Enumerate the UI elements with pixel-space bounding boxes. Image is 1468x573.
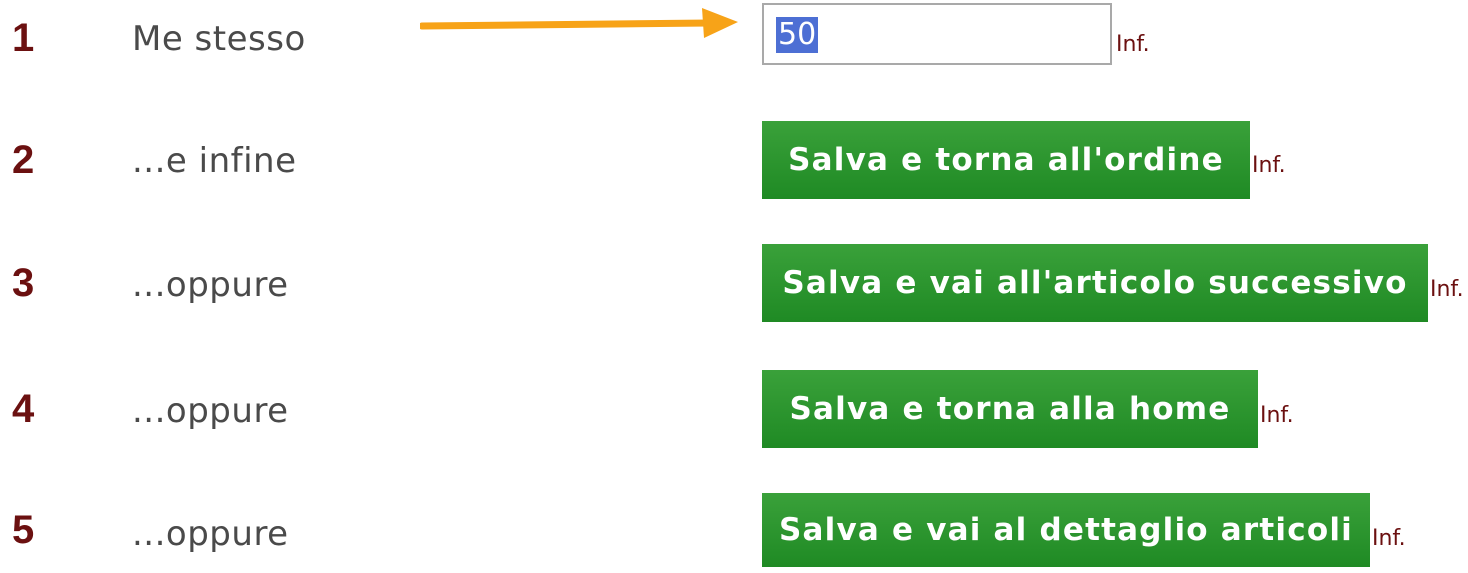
step-row-5: 5 ...oppure Salva e vai al dettaglio art… [0, 493, 1468, 573]
step-label: Me stesso [132, 19, 306, 59]
step-row-3: 3 ...oppure Salva e vai all'articolo suc… [0, 244, 1468, 324]
info-link[interactable]: Inf. [1372, 528, 1406, 550]
save-return-home-button[interactable]: Salva e torna alla home [762, 370, 1258, 448]
quantity-input[interactable]: 50 [762, 3, 1112, 65]
info-link[interactable]: Inf. [1252, 155, 1286, 177]
step-number: 5 [12, 508, 35, 552]
step-label: ...oppure [132, 391, 289, 431]
step-label: ...oppure [132, 514, 289, 554]
step-label: ...oppure [132, 265, 289, 305]
step-row-2: 2 ...e infine Salva e torna all'ordine I… [0, 120, 1468, 200]
save-article-detail-button[interactable]: Salva e vai al dettaglio articoli [762, 493, 1370, 567]
info-link[interactable]: Inf. [1260, 405, 1294, 427]
step-row-1: 1 Me stesso 50 Inf. [0, 0, 1468, 80]
step-number: 2 [12, 138, 35, 182]
info-link[interactable]: Inf. [1430, 279, 1464, 301]
arrow-right-icon [420, 8, 738, 38]
step-number: 1 [12, 16, 35, 60]
save-return-order-button[interactable]: Salva e torna all'ordine [762, 121, 1250, 199]
step-label: ...e infine [132, 141, 297, 181]
quantity-value: 50 [776, 17, 819, 53]
info-link[interactable]: Inf. [1116, 34, 1150, 56]
step-row-4: 4 ...oppure Salva e torna alla home Inf. [0, 370, 1468, 450]
save-next-article-button[interactable]: Salva e vai all'articolo successivo [762, 244, 1428, 322]
step-number: 4 [12, 387, 35, 431]
step-number: 3 [12, 261, 35, 305]
